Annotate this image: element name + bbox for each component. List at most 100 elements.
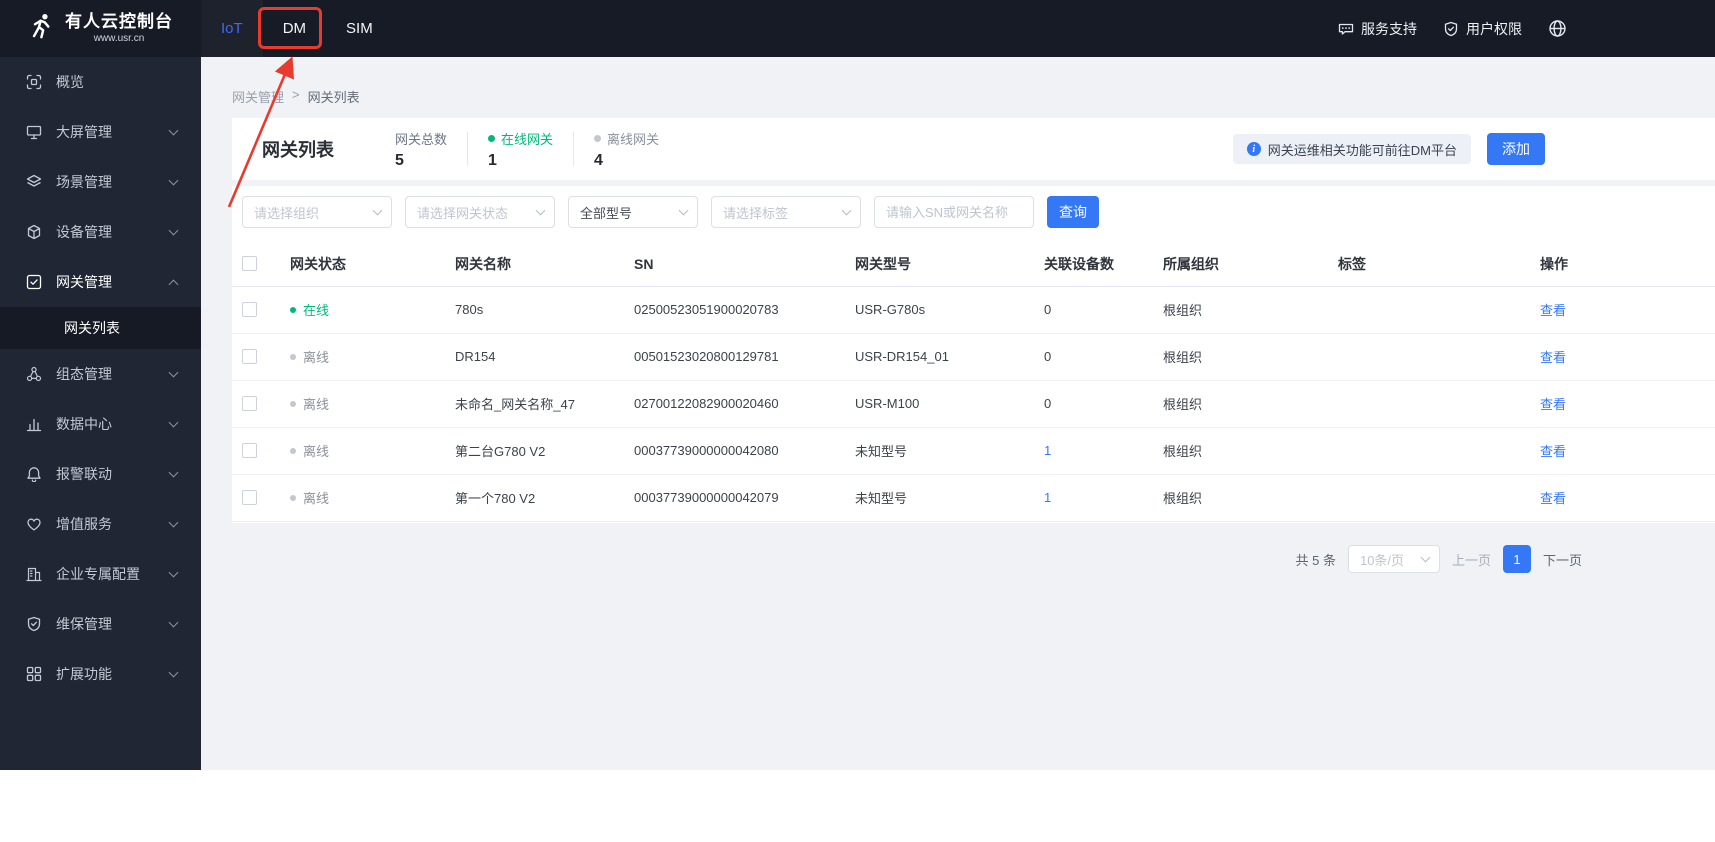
select-all-checkbox[interactable] <box>242 256 257 272</box>
device-count: 0 <box>1044 380 1163 428</box>
tag-cell <box>1338 474 1540 522</box>
chevron-down-icon <box>168 667 179 678</box>
tag-select[interactable]: 请选择标签 <box>711 196 861 228</box>
chevron-down-icon <box>1420 552 1431 563</box>
add-button[interactable]: 添加 <box>1487 133 1545 165</box>
sidebar-item-gateway-mgmt[interactable]: 网关管理 <box>0 257 201 307</box>
service-support-link[interactable]: 服务支持 <box>1338 19 1417 39</box>
view-link[interactable]: 查看 <box>1540 491 1566 506</box>
nodes-icon <box>26 366 42 382</box>
sidebar-item-maintenance-mgmt[interactable]: 维保管理 <box>0 599 201 649</box>
view-link[interactable]: 查看 <box>1540 397 1566 412</box>
topbar: 有人云控制台 www.usr.cn IoT DM SIM 服务支持 用户权限 <box>0 0 1715 57</box>
org-name: 根组织 <box>1163 427 1338 475</box>
gateway-name: 780s <box>455 286 634 334</box>
language-globe-icon[interactable] <box>1548 19 1567 38</box>
column-header: 标签 <box>1338 242 1540 287</box>
heart-icon <box>26 516 42 532</box>
sidebar-subitem-gateway-list[interactable]: 网关列表 <box>0 307 201 349</box>
scene-icon <box>26 174 42 190</box>
chevron-up-icon <box>168 279 179 289</box>
shield-icon <box>1443 21 1459 37</box>
chevron-down-icon <box>168 467 179 478</box>
sidebar-item-screen-mgmt[interactable]: 大屏管理 <box>0 107 201 157</box>
sidebar-item-device-mgmt[interactable]: 设备管理 <box>0 207 201 257</box>
column-header: 操作 <box>1540 242 1715 287</box>
chevron-down-icon <box>168 617 179 628</box>
total-count: 共 5 条 <box>1295 552 1336 568</box>
sidebar-item-overview[interactable]: 概览 <box>0 57 201 107</box>
page-title: 网关列表 <box>262 140 334 160</box>
gateway-status-select[interactable]: 请选择网关状态 <box>405 196 555 228</box>
chevron-down-icon <box>841 205 852 216</box>
device-count-link[interactable]: 1 <box>1044 490 1051 505</box>
chevron-down-icon <box>168 367 179 378</box>
row-checkbox[interactable] <box>242 302 257 317</box>
chevron-down-icon <box>168 175 179 186</box>
table-row: 离线 未命名_网关名称_47 02700122082900020460 USR-… <box>232 380 1715 428</box>
status-dot <box>290 494 296 501</box>
column-header: 网关型号 <box>855 242 1044 287</box>
dm-platform-banner[interactable]: i 网关运维相关功能可前往DM平台 <box>1232 134 1471 164</box>
main-content: 网关管理 > 网关列表 网关列表 网关总数 5 在线网关 1 离线网关 4 i <box>201 57 1715 770</box>
gateway-stats: 网关总数 5 在线网关 1 离线网关 4 <box>395 129 659 170</box>
row-checkbox[interactable] <box>242 490 257 505</box>
online-dot <box>488 134 496 142</box>
row-checkbox[interactable] <box>242 396 257 411</box>
query-button[interactable]: 查询 <box>1047 196 1099 228</box>
gateway-sn: 00501523020800129781 <box>634 333 855 381</box>
tab-sim[interactable]: SIM <box>326 0 393 57</box>
device-count: 0 <box>1044 286 1163 334</box>
tab-dm[interactable]: DM <box>263 0 326 57</box>
offline-dot <box>594 134 602 142</box>
table-row: 在线 780s 02500523051900020783 USR-G780s 0… <box>232 286 1715 334</box>
chevron-down-icon <box>168 517 179 528</box>
screen-icon <box>26 124 42 140</box>
status-dot <box>290 306 296 313</box>
chevron-down-icon <box>168 225 179 236</box>
sidebar-item-configuration-mgmt[interactable]: 组态管理 <box>0 349 201 399</box>
view-link[interactable]: 查看 <box>1540 444 1566 459</box>
next-page-button[interactable]: 下一页 <box>1543 550 1582 569</box>
chevron-down-icon <box>168 567 179 578</box>
gateway-list-card: 请选择组织 请选择网关状态 全部型号 请选择标签 查询 <box>232 186 1715 523</box>
column-header: 所属组织 <box>1163 242 1338 287</box>
stat-total: 网关总数 5 <box>395 131 448 169</box>
platform-tabs: IoT DM SIM <box>201 0 393 57</box>
gateway-sn: 02700122082900020460 <box>634 380 855 428</box>
sidebar: 概览 大屏管理 场景管理 设备管理 网关管理 网关列表 组态管理 数据中心 报警… <box>0 57 201 770</box>
gateway-table: 网关状态 网关名称 SN 网关型号 关联设备数 所属组织 标签 操作 在线 78… <box>232 242 1715 522</box>
model-select[interactable]: 全部型号 <box>568 196 698 228</box>
grid-icon <box>26 666 42 682</box>
org-select[interactable]: 请选择组织 <box>242 196 392 228</box>
user-permission-link[interactable]: 用户权限 <box>1443 19 1522 39</box>
chevron-down-icon <box>535 205 546 216</box>
sidebar-item-scene-mgmt[interactable]: 场景管理 <box>0 157 201 207</box>
tab-iot[interactable]: IoT <box>201 0 263 57</box>
chevron-down-icon <box>678 205 689 216</box>
device-count-link[interactable]: 1 <box>1044 443 1051 458</box>
prev-page-button[interactable]: 上一页 <box>1452 550 1491 569</box>
sidebar-item-extensions[interactable]: 扩展功能 <box>0 649 201 699</box>
org-name: 根组织 <box>1163 380 1338 428</box>
logo[interactable]: 有人云控制台 www.usr.cn <box>0 0 201 57</box>
breadcrumb-parent[interactable]: 网关管理 <box>232 87 284 106</box>
page-number-1[interactable]: 1 <box>1502 545 1531 573</box>
breadcrumb-current: 网关列表 <box>307 90 360 105</box>
sidebar-item-value-added-services[interactable]: 增值服务 <box>0 499 201 549</box>
sidebar-item-enterprise-config[interactable]: 企业专属配置 <box>0 549 201 599</box>
row-checkbox[interactable] <box>242 349 257 364</box>
view-link[interactable]: 查看 <box>1540 350 1566 365</box>
sidebar-item-alarm-linkage[interactable]: 报警联动 <box>0 449 201 499</box>
gateway-name: 第二台G780 V2 <box>455 427 634 475</box>
row-checkbox[interactable] <box>242 443 257 458</box>
tag-cell <box>1338 427 1540 475</box>
gateway-model: 未知型号 <box>855 474 1044 522</box>
filter-bar: 请选择组织 请选择网关状态 全部型号 请选择标签 查询 <box>232 186 1715 228</box>
org-name: 根组织 <box>1163 333 1338 381</box>
view-link[interactable]: 查看 <box>1540 303 1566 318</box>
page-size-select[interactable]: 10条/页 <box>1347 545 1440 573</box>
sidebar-item-data-center[interactable]: 数据中心 <box>0 399 201 449</box>
search-input[interactable] <box>874 196 1034 228</box>
gateway-model: USR-M100 <box>855 380 1044 428</box>
